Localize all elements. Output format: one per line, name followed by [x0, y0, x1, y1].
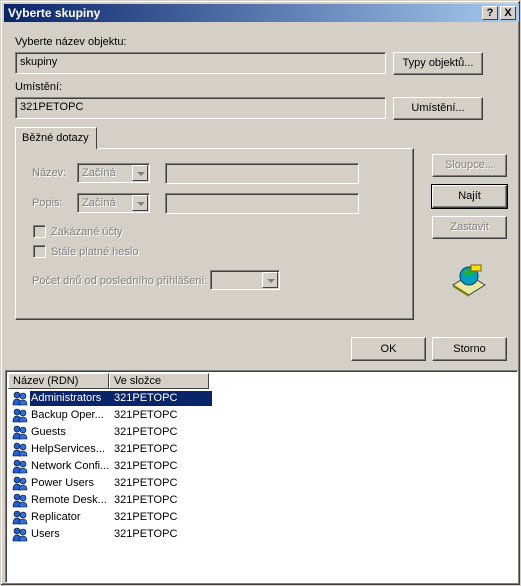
- disabled-accounts-label: Zakázané účty: [51, 226, 123, 238]
- select-groups-dialog: Vyberte skupiny ? X Vyberte název objekt…: [0, 0, 521, 586]
- location-field: 321PETOPC: [15, 97, 386, 119]
- find-now-button[interactable]: Najít: [431, 184, 508, 209]
- cancel-button[interactable]: Storno: [432, 337, 507, 361]
- row-name: Replicator: [31, 511, 81, 523]
- object-type-label: Vyberte název objektu:: [15, 36, 127, 48]
- non-expiring-password-label: Stále platné heslo: [51, 246, 139, 258]
- search-results-list[interactable]: Název (RDN) Ve složce Administrators 321P…: [5, 370, 518, 583]
- row-folder: 321PETOPC: [114, 477, 178, 489]
- chevron-down-icon: [262, 272, 278, 288]
- row-name: Administrators: [30, 392, 120, 404]
- name-operator-select[interactable]: Začíná: [77, 163, 150, 183]
- row-folder: 321PETOPC: [114, 460, 178, 472]
- description-operator-value: Začíná: [82, 197, 116, 209]
- user-group-icon: [12, 442, 28, 457]
- days-since-login-label: Počet dnů od posledního přihlášení:: [32, 275, 208, 287]
- row-folder: 321PETOPC: [114, 443, 178, 455]
- chevron-down-icon: [132, 165, 148, 181]
- days-since-login-select[interactable]: [210, 270, 280, 290]
- row-folder: 321PETOPC: [114, 392, 178, 404]
- user-group-icon: [12, 408, 28, 423]
- columns-button[interactable]: Sloupce...: [432, 154, 507, 177]
- chevron-down-icon: [132, 195, 148, 211]
- locations-button[interactable]: Umístění...: [393, 97, 483, 120]
- name-value-input[interactable]: [165, 163, 359, 184]
- stop-button[interactable]: Zastavit: [432, 216, 507, 239]
- user-group-icon: [12, 425, 28, 440]
- row-name: Remote Desk...: [31, 494, 107, 506]
- row-name: Guests: [31, 426, 66, 438]
- description-operator-select[interactable]: Začíná: [77, 193, 150, 213]
- object-types-button[interactable]: Typy objektů...: [393, 52, 483, 75]
- user-group-icon: [12, 493, 28, 508]
- non-expiring-password-checkbox[interactable]: [33, 245, 46, 258]
- column-header-folder[interactable]: Ve složce: [109, 373, 209, 389]
- name-label: Název:: [32, 167, 67, 179]
- user-group-icon: [12, 510, 28, 525]
- user-group-icon: [12, 527, 28, 542]
- common-queries-panel: Název: Začíná Popis: Začíná Zakázané účt…: [15, 148, 414, 320]
- row-folder: 321PETOPC: [114, 494, 178, 506]
- tab-common-queries[interactable]: Běžné dotazy: [15, 127, 97, 149]
- user-group-icon: [12, 459, 28, 474]
- row-folder: 321PETOPC: [114, 511, 178, 523]
- user-group-icon: [12, 391, 28, 406]
- disabled-accounts-checkbox[interactable]: [33, 225, 46, 238]
- name-operator-value: Začíná: [82, 167, 116, 179]
- location-label: Umístění:: [15, 81, 63, 93]
- description-label: Popis:: [32, 197, 63, 209]
- object-type-field: skupiny: [15, 52, 386, 74]
- window-title: Vyberte skupiny: [8, 6, 101, 20]
- column-header-name[interactable]: Název (RDN): [8, 373, 109, 389]
- close-button[interactable]: X: [500, 6, 516, 20]
- description-value-input[interactable]: [165, 193, 359, 214]
- title-bar: Vyberte skupiny ? X: [4, 4, 519, 22]
- user-group-icon: [12, 476, 28, 491]
- search-globe-icon: [452, 264, 486, 297]
- row-folder: 321PETOPC: [114, 528, 178, 540]
- row-name: HelpServices...: [31, 443, 105, 455]
- row-name: Users: [31, 528, 60, 540]
- row-name: Power Users: [31, 477, 94, 489]
- row-name: Backup Oper...: [31, 409, 104, 421]
- row-name: Network Confi...: [31, 460, 110, 472]
- help-button[interactable]: ?: [482, 6, 498, 20]
- ok-button[interactable]: OK: [351, 337, 426, 361]
- row-folder: 321PETOPC: [114, 409, 178, 421]
- row-folder: 321PETOPC: [114, 426, 178, 438]
